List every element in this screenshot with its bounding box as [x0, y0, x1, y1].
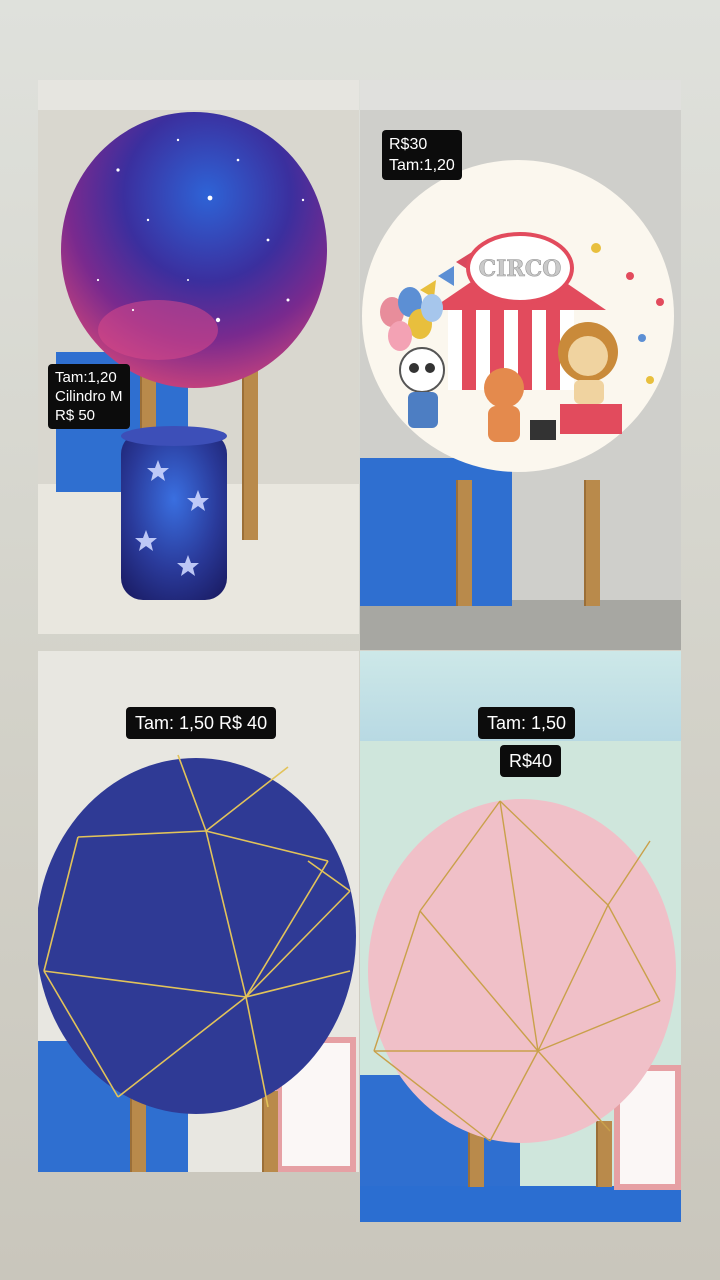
size-label: Tam: 1,50 [478, 707, 576, 739]
photo-circus-panel: CIRCO R$30 Tam:1,20 [360, 80, 681, 650]
photo-navy-gold-panel: Tam: 1,50 R$ 40 [38, 651, 359, 1172]
photo-galaxy-panel: Tam:1,20 Cilindro M R$ 50 [38, 80, 359, 634]
circus-sign-text: CIRCO [479, 256, 562, 282]
price-size-label: Tam:1,20 Cilindro M R$ 50 [48, 364, 130, 429]
price-label: R$40 [500, 745, 562, 777]
price-size-label: Tam: 1,50 R$ 40 [126, 707, 277, 739]
galaxy-round-panel [61, 112, 327, 600]
photo-pink-gold-panel: Tam: 1,50 R$40 [360, 651, 681, 1222]
price-size-label: R$30 Tam:1,20 [382, 130, 462, 180]
